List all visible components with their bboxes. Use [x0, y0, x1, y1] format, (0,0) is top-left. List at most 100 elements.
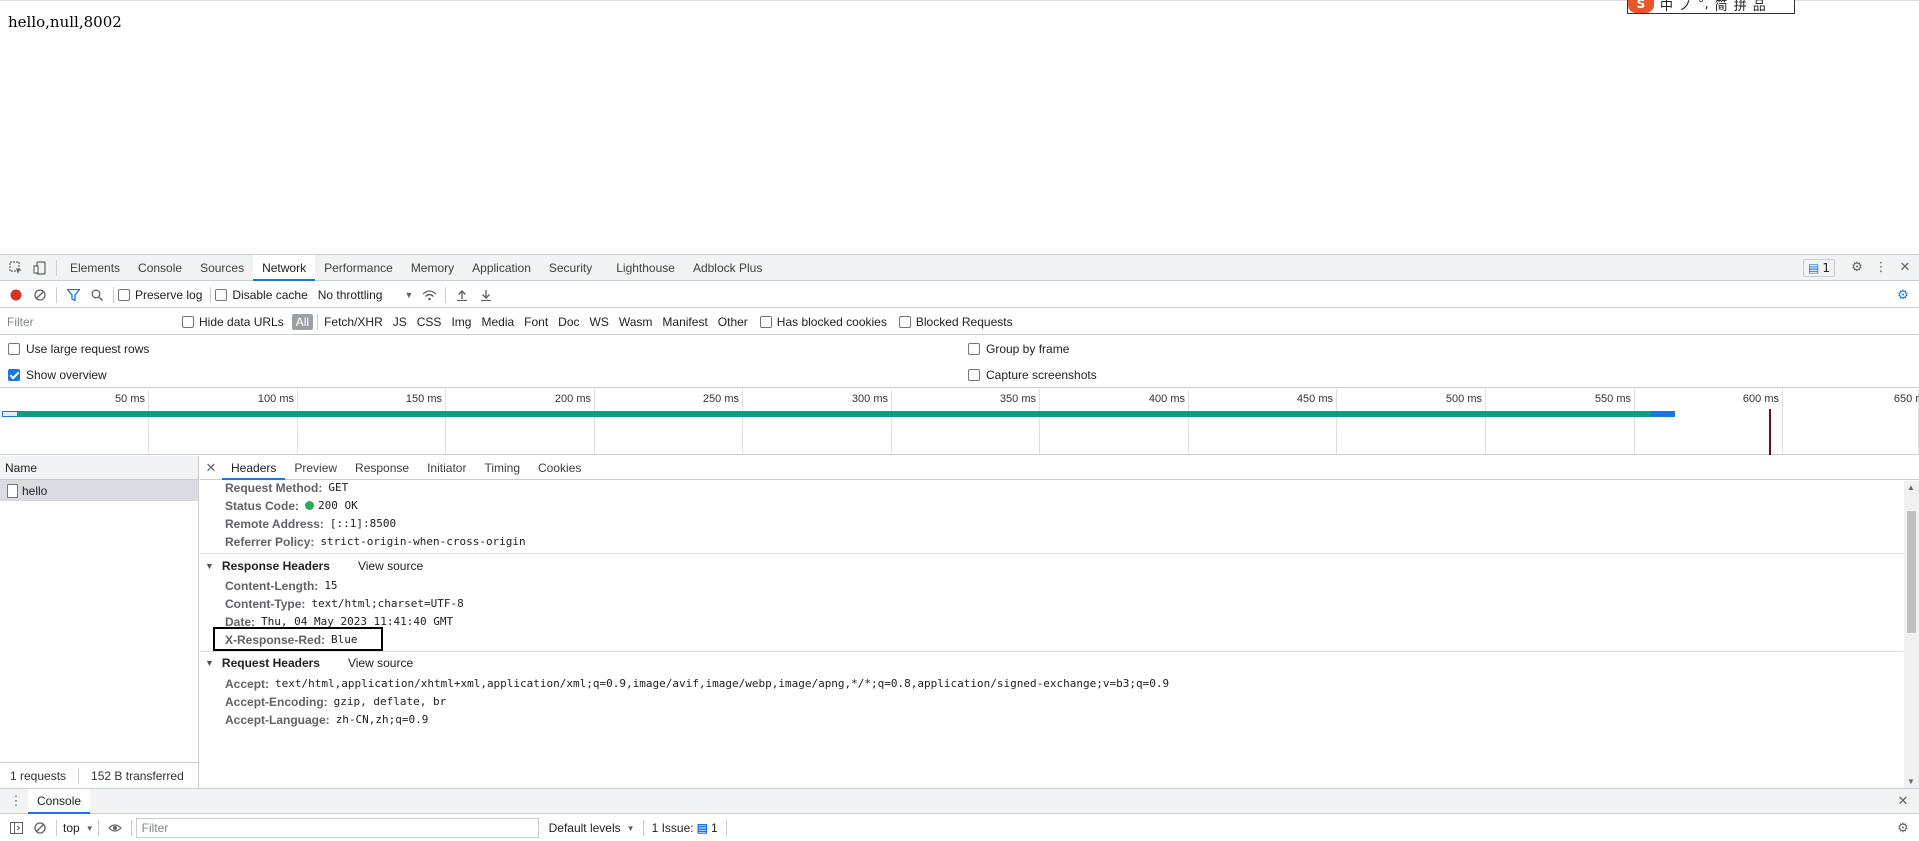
issues-badge[interactable]: ▤ 1 [1803, 258, 1835, 277]
log-levels-select[interactable]: Default levels ▼ [549, 821, 635, 835]
capture-screenshots-checkbox[interactable] [968, 369, 980, 381]
disable-cache-label: Disable cache [232, 287, 308, 302]
ime-pinyin[interactable]: 拼 [1734, 0, 1747, 14]
tab-elements[interactable]: Elements [61, 255, 129, 281]
ime-simplified[interactable]: 简 [1715, 0, 1728, 14]
ime-logo-icon[interactable]: S [1628, 0, 1654, 13]
ime-chinese-mode[interactable]: 中 [1660, 0, 1673, 14]
large-rows-label: Use large request rows [26, 342, 150, 356]
close-drawer-icon[interactable]: ✕ [1891, 789, 1915, 813]
group-by-frame-checkbox[interactable] [968, 343, 980, 355]
filter-type-other[interactable]: Other [718, 315, 748, 329]
tab-headers[interactable]: Headers [222, 456, 286, 480]
console-filter-input[interactable]: Filter [135, 818, 539, 838]
blocked-requests-label: Blocked Requests [915, 314, 1013, 329]
show-overview-option[interactable]: Show overview [8, 365, 107, 385]
close-details-icon[interactable]: ✕ [200, 456, 222, 480]
header-value: text/html;charset=UTF-8 [311, 597, 464, 610]
filter-type-font[interactable]: Font [524, 315, 548, 329]
scroll-down-icon[interactable]: ▼ [1907, 777, 1915, 786]
tab-timing[interactable]: Timing [475, 456, 529, 480]
large-rows-option[interactable]: Use large request rows [8, 339, 149, 359]
request-row[interactable]: hello [0, 480, 198, 501]
tab-initiator[interactable]: Initiator [418, 456, 475, 480]
filter-type-media[interactable]: Media [481, 315, 514, 329]
more-options-icon[interactable]: ⋮ [1869, 256, 1893, 280]
overview-tick-label: 500 ms [1445, 393, 1482, 405]
blocked-requests-checkbox[interactable] [898, 315, 911, 328]
throttling-select[interactable]: No throttling ▼ [318, 288, 414, 302]
details-scrollbar[interactable]: ▲ ▼ [1904, 481, 1919, 788]
filter-type-all[interactable]: All [291, 313, 314, 330]
network-filter-input[interactable]: Filter [2, 311, 170, 333]
context-selector[interactable]: top ▼ [63, 821, 94, 835]
clear-icon[interactable] [28, 283, 52, 307]
hide-data-urls-checkbox[interactable] [182, 315, 194, 328]
tab-console[interactable]: Console [129, 255, 191, 281]
ime-toolbar[interactable]: S 中 ノ °, 简 拼 品 [1627, 0, 1795, 14]
export-har-icon[interactable] [474, 283, 498, 307]
request-headers-section[interactable]: ▼ Request Headers View source [205, 656, 413, 670]
tab-network[interactable]: Network [253, 254, 316, 281]
capture-screenshots-option[interactable]: Capture screenshots [968, 365, 1097, 385]
tab-security[interactable]: Security [540, 255, 601, 281]
tab-cookies[interactable]: Cookies [529, 456, 590, 480]
filter-type-fetch-xhr[interactable]: Fetch/XHR [324, 315, 383, 329]
overview-waiting-bar [18, 411, 1651, 417]
preserve-log-checkbox[interactable] [118, 288, 130, 301]
show-overview-checkbox[interactable] [8, 369, 20, 381]
has-blocked-cookies-label: Has blocked cookies [776, 314, 887, 329]
tab-preview[interactable]: Preview [285, 456, 346, 480]
filter-type-img[interactable]: Img [451, 315, 471, 329]
console-issues-button[interactable]: 1 Issue: ▤ 1 [648, 819, 722, 837]
search-icon[interactable] [85, 283, 109, 307]
close-devtools-icon[interactable]: ✕ [1893, 256, 1917, 280]
tab-sources[interactable]: Sources [191, 255, 253, 281]
network-overview-timeline[interactable]: 50 ms 100 ms 150 ms 200 ms 250 ms 300 ms… [0, 389, 1919, 455]
record-icon[interactable] [4, 283, 28, 307]
ime-punctuation[interactable]: °, [1698, 0, 1709, 12]
large-rows-checkbox[interactable] [8, 343, 20, 355]
inspect-element-icon[interactable] [4, 256, 28, 280]
drawer-menu-icon[interactable]: ⋮ [4, 789, 28, 813]
filter-type-doc[interactable]: Doc [558, 315, 579, 329]
filter-type-manifest[interactable]: Manifest [662, 315, 707, 329]
tab-application[interactable]: Application [463, 255, 540, 281]
filter-type-css[interactable]: CSS [417, 315, 442, 329]
tab-response[interactable]: Response [346, 456, 418, 480]
drawer-tabs: ⋮ Console ✕ [0, 788, 1919, 814]
scrollbar-thumb[interactable] [1907, 511, 1916, 633]
scroll-up-icon[interactable]: ▲ [1907, 483, 1915, 492]
network-settings-gear-icon[interactable]: ⚙ [1891, 283, 1915, 307]
overview-tick-label: 150 ms [405, 393, 442, 405]
filter-type-js[interactable]: JS [393, 315, 407, 329]
device-toolbar-icon[interactable] [28, 256, 52, 280]
view-source-button[interactable]: View source [358, 559, 423, 573]
view-source-button[interactable]: View source [348, 656, 413, 670]
tab-memory[interactable]: Memory [402, 255, 463, 281]
import-har-icon[interactable] [450, 283, 474, 307]
filter-type-ws[interactable]: WS [590, 315, 609, 329]
section-divider [200, 651, 1903, 652]
clear-console-icon[interactable] [28, 816, 52, 840]
ime-fullwidth[interactable]: ノ [1679, 0, 1692, 14]
request-list-header-name[interactable]: Name [0, 456, 198, 480]
filter-icon[interactable] [61, 283, 85, 307]
ime-toolbox[interactable]: 品 [1753, 0, 1766, 14]
drawer-tab-console[interactable]: Console [28, 788, 91, 814]
has-blocked-cookies-checkbox[interactable] [759, 315, 772, 328]
network-settings-pane: Use large request rows Show overview Gro… [0, 336, 1919, 388]
filter-type-wasm[interactable]: Wasm [619, 315, 653, 329]
response-headers-section[interactable]: ▼ Response Headers View source [205, 559, 423, 573]
network-conditions-icon[interactable] [417, 283, 441, 307]
summary-requests: 1 requests [10, 768, 67, 783]
console-settings-gear-icon[interactable]: ⚙ [1891, 816, 1915, 840]
disable-cache-checkbox[interactable] [215, 288, 228, 301]
tab-lighthouse[interactable]: Lighthouse [607, 255, 684, 281]
tab-adblock-plus[interactable]: Adblock Plus [684, 255, 771, 281]
live-expression-eye-icon[interactable] [103, 816, 127, 840]
group-by-frame-option[interactable]: Group by frame [968, 339, 1069, 359]
settings-gear-icon[interactable]: ⚙ [1845, 256, 1869, 280]
tab-performance[interactable]: Performance [315, 255, 402, 281]
show-sidebar-icon[interactable] [4, 816, 28, 840]
